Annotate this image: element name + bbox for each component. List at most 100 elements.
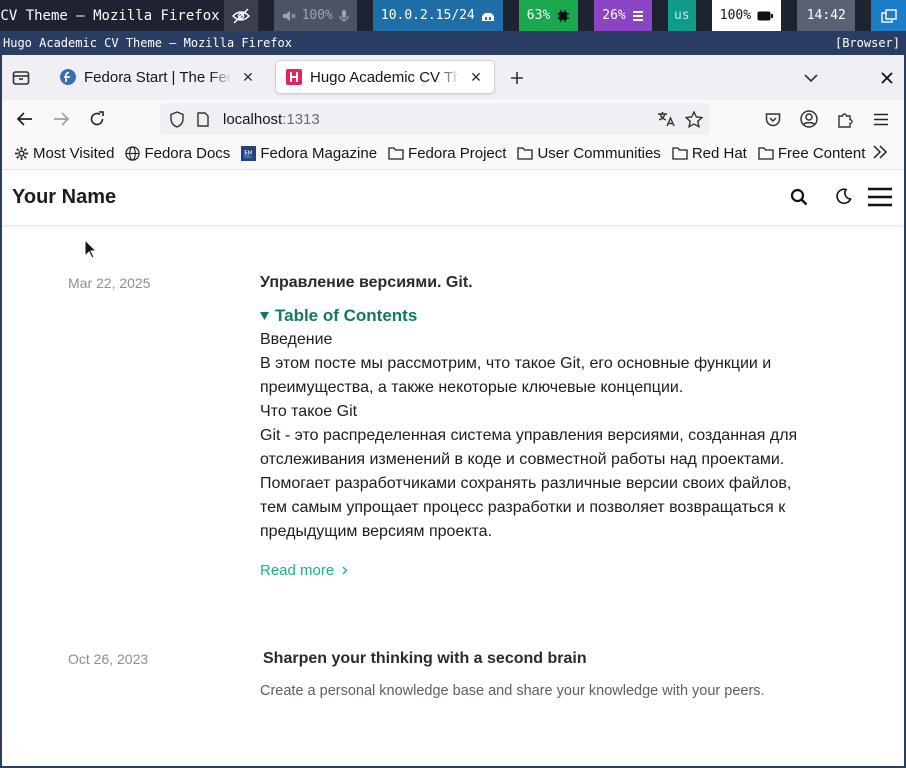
new-tab-button[interactable] <box>504 65 530 91</box>
status-separator <box>781 0 798 31</box>
battery-level: 100% <box>719 8 752 23</box>
window-title-bar: Hugo Academic CV Theme — Mozilla Firefox… <box>0 31 906 55</box>
extensions-button[interactable] <box>830 106 860 132</box>
plus-icon <box>511 72 523 84</box>
tab-fedora-start[interactable]: Fedora Start | The Fedora Project ✕ <box>50 61 266 93</box>
bookmarks-toolbar: Most Visited Fedora Docs FM Fedora Magaz… <box>2 138 904 170</box>
close-tab-icon[interactable]: ✕ <box>468 69 484 86</box>
status-bar: Hugo Academic CV Theme — Mozilla Firefox… <box>0 0 906 31</box>
window-tag: [Browser] <box>834 36 900 50</box>
hugo-favicon-icon <box>286 69 302 85</box>
excerpt-line: Git - это распределенная система управле… <box>260 427 798 444</box>
translate-icon[interactable] <box>657 111 675 127</box>
fedora-magazine-icon: FM <box>241 146 257 161</box>
eye-off-icon[interactable] <box>223 0 258 31</box>
status-separator <box>257 0 274 31</box>
focused-window-title: Hugo Academic CV Theme — Mozilla Firefox <box>0 7 220 24</box>
excerpt-line: Что такое Git <box>260 403 358 420</box>
shield-icon[interactable] <box>169 110 185 128</box>
bookmark-label: Fedora Docs <box>144 145 231 162</box>
post-date: Oct 26, 2023 <box>68 651 149 667</box>
search-icon[interactable] <box>790 188 808 206</box>
page-icon[interactable] <box>197 111 209 127</box>
arrow-right-icon <box>54 112 69 126</box>
tab-hugo-academic[interactable]: Hugo Academic CV Theme ✕ <box>276 61 494 93</box>
clock-time: 14:42 <box>806 8 846 23</box>
memory-widget[interactable]: 26% <box>594 0 652 31</box>
bookmark-folder-fedora-project[interactable]: Fedora Project <box>388 145 506 162</box>
hamburger-menu-icon <box>874 113 888 125</box>
status-separator <box>855 0 872 31</box>
bookmark-label: User Communities <box>537 145 661 162</box>
url-text[interactable]: localhost:1313 <box>223 111 320 128</box>
status-separator <box>651 0 668 31</box>
account-button[interactable] <box>794 106 824 132</box>
globe-icon <box>125 146 141 161</box>
clock-widget[interactable]: 14:42 <box>797 0 856 31</box>
cpu-widget[interactable]: 63% <box>518 0 579 31</box>
keyboard-layout: us <box>673 8 690 23</box>
fedora-favicon-icon <box>60 69 76 85</box>
moon-icon[interactable] <box>835 188 852 205</box>
hamburger-menu-icon[interactable] <box>867 187 893 207</box>
pocket-button[interactable] <box>758 106 788 132</box>
ethernet-icon <box>481 12 494 21</box>
reload-button[interactable] <box>82 106 112 132</box>
read-more-link[interactable]: Read more <box>260 562 348 579</box>
folder-icon <box>388 147 404 160</box>
post-title[interactable]: Управление версиями. Git. <box>260 274 473 292</box>
table-of-contents-toggle[interactable]: Table of Contents <box>260 306 417 326</box>
toc-label: Table of Contents <box>275 306 418 325</box>
folder-icon <box>758 147 774 160</box>
app-menu-button[interactable] <box>866 106 896 132</box>
post-title[interactable]: Sharpen your thinking with a second brai… <box>263 650 587 668</box>
excerpt-line: Введение <box>260 331 333 348</box>
excerpt-line: предыдущим версиям проекта. <box>260 523 493 540</box>
account-icon <box>800 110 818 128</box>
firefox-view-button[interactable] <box>8 65 34 91</box>
bookmark-folder-user-communities[interactable]: User Communities <box>517 145 661 162</box>
microphone-icon <box>339 9 349 22</box>
status-separator <box>695 0 712 31</box>
excerpt-line: В этом посте мы рассмотрим, что такое Gi… <box>260 355 772 372</box>
tab-label: Fedora Start | The Fedora Project <box>84 68 232 86</box>
list-all-tabs-button[interactable] <box>798 65 824 91</box>
bookmark-folder-red-hat[interactable]: Red Hat <box>672 145 747 162</box>
bookmark-label: Fedora Project <box>408 145 507 162</box>
excerpt-line: тем самым упрощает процесс разработки и … <box>260 499 786 516</box>
bookmark-most-visited[interactable]: Most Visited <box>14 145 114 162</box>
close-window-button[interactable] <box>874 65 900 91</box>
volume-widget[interactable]: 100% <box>273 0 357 31</box>
bookmark-fedora-docs[interactable]: Fedora Docs <box>125 145 230 162</box>
memory-bars-icon <box>632 10 643 21</box>
bookmarks-overflow-button[interactable] <box>872 145 888 163</box>
post-date: Mar 22, 2025 <box>68 275 151 291</box>
bookmark-label: Fedora Magazine <box>260 145 378 162</box>
tab-bar: Fedora Start | The Fedora Project ✕ Hugo… <box>2 55 904 100</box>
bookmark-fedora-magazine[interactable]: FM Fedora Magazine <box>241 145 377 162</box>
battery-widget[interactable]: 100% <box>711 0 782 31</box>
cpu-usage: 63% <box>526 8 551 23</box>
url-bar[interactable]: localhost:1313 <box>160 103 710 135</box>
bookmark-folder-free-content[interactable]: Free Content <box>758 145 866 162</box>
folder-icon <box>517 147 534 160</box>
back-button[interactable] <box>10 106 40 132</box>
bookmark-star-icon[interactable] <box>685 110 703 128</box>
mouse-cursor-icon <box>84 239 97 259</box>
close-icon <box>881 72 893 84</box>
arrow-left-icon <box>17 112 32 126</box>
memory-usage: 26% <box>602 8 626 23</box>
reload-icon <box>90 111 104 126</box>
url-host: localhost <box>223 110 283 128</box>
firefox-view-icon <box>12 71 30 85</box>
battery-icon <box>757 11 774 20</box>
forward-button[interactable] <box>46 106 76 132</box>
keyboard-layout-widget[interactable]: us <box>667 0 696 31</box>
site-navbar: Your Name <box>2 170 904 225</box>
close-tab-icon[interactable]: ✕ <box>240 69 256 86</box>
bookmark-label: Free Content <box>777 145 866 162</box>
volume-level: 100% <box>301 8 333 23</box>
network-widget[interactable]: 10.0.2.15/24 <box>372 0 503 31</box>
tray-windows-icon[interactable] <box>871 0 906 31</box>
site-brand[interactable]: Your Name <box>12 186 116 209</box>
